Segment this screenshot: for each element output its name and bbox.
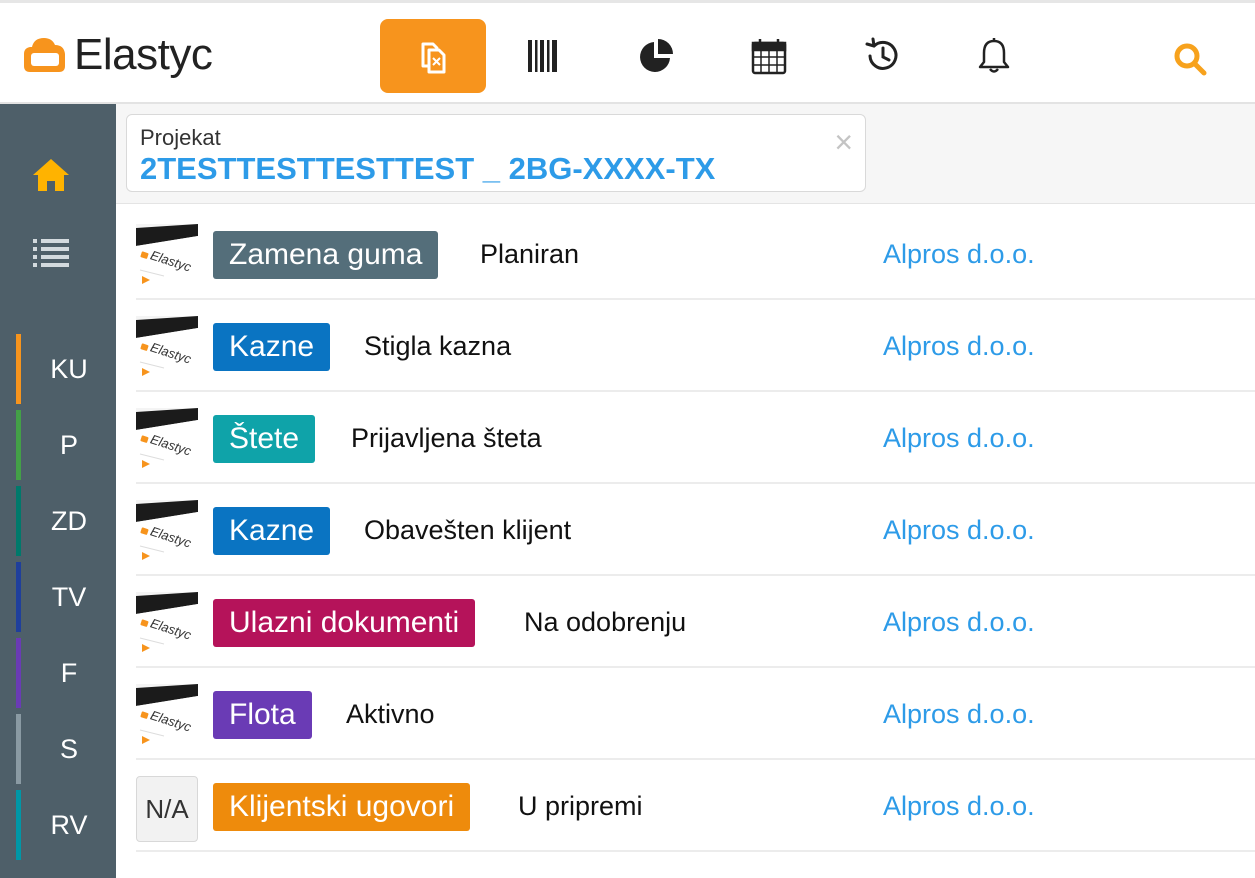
history-icon <box>865 37 898 70</box>
nav-barcode-button[interactable] <box>490 19 596 93</box>
category-badge: Flota <box>213 691 312 739</box>
barcode-icon <box>528 40 557 72</box>
document-thumbnail: Elastyc <box>136 316 198 382</box>
list-icon <box>33 239 69 267</box>
category-badge: Štete <box>213 415 316 463</box>
list-item[interactable]: Elastyc Zamena guma Planiran Alpros d.o.… <box>136 208 1255 300</box>
category-badge: Zamena guma <box>213 231 439 279</box>
status-text: Planiran <box>480 238 580 269</box>
sidebar-item-f[interactable]: F <box>14 638 116 708</box>
sidebar-item-label: P <box>59 429 78 460</box>
sidebar-item-color-bar <box>16 790 21 860</box>
document-thumbnail: Elastyc <box>136 592 198 658</box>
sidebar-item-tv[interactable]: TV <box>14 562 116 632</box>
sidebar-item-color-bar <box>16 486 21 556</box>
filter-area: Projekat 2TESTTESTTESTTEST _ 2BG-XXXX-TX… <box>116 104 1255 204</box>
list-item[interactable]: Elastyc Kazne Obavešten klijent Alpros d… <box>136 484 1255 576</box>
sidebar-item-color-bar <box>16 410 21 480</box>
sidebar-item-label: TV <box>51 581 87 612</box>
nav-notifications-button[interactable] <box>941 19 1047 93</box>
pie-chart-icon <box>640 39 673 72</box>
document-thumbnail: Elastyc <box>136 684 198 750</box>
project-filter-chip[interactable]: Projekat 2TESTTESTTESTTEST _ 2BG-XXXX-TX… <box>126 114 866 192</box>
sidebar-item-label: F <box>60 657 78 688</box>
status-text: Stigla kazna <box>364 330 512 361</box>
status-text: Obavešten klijent <box>364 514 572 545</box>
home-icon <box>33 159 69 191</box>
logo[interactable]: Elastyc <box>18 27 213 83</box>
documents-icon <box>421 42 446 74</box>
sidebar-item-color-bar <box>16 562 21 632</box>
nav-reports-button[interactable] <box>603 19 709 93</box>
list-item[interactable]: N/A Klijentski ugovori U pripremi Alpros… <box>136 760 1255 852</box>
logo-text: Elastyc <box>74 30 213 79</box>
list-item[interactable]: Elastyc Ulazni dokumenti Na odobrenju Al… <box>136 576 1255 668</box>
list-item[interactable]: Elastyc Kazne Stigla kazna Alpros d.o.o. <box>136 300 1255 392</box>
search-icon <box>1174 43 1207 76</box>
bell-icon <box>978 38 1010 73</box>
company-link[interactable]: Alpros d.o.o. <box>883 484 1035 576</box>
close-icon[interactable]: × <box>834 126 853 158</box>
status-text: Aktivno <box>346 698 435 729</box>
company-link[interactable]: Alpros d.o.o. <box>883 760 1035 852</box>
status-text: Prijavljena šteta <box>351 422 542 453</box>
sidebar-item-rv[interactable]: RV <box>14 790 116 860</box>
sidebar-item-label: RV <box>50 809 88 840</box>
sidebar-home-button[interactable] <box>22 148 80 202</box>
category-badge: Kazne <box>213 323 331 371</box>
status-text: U pripremi <box>518 790 643 821</box>
thumbnail-placeholder: N/A <box>136 776 198 842</box>
category-badge: Ulazni dokumenti <box>213 599 476 647</box>
document-list: Elastyc Zamena guma Planiran Alpros d.o.… <box>136 208 1255 852</box>
sidebar-item-label: KU <box>50 353 88 384</box>
sidebar-item-ku[interactable]: KU <box>14 334 116 404</box>
category-badge: Kazne <box>213 507 331 555</box>
sidebar-item-zd[interactable]: ZD <box>14 486 116 556</box>
company-link[interactable]: Alpros d.o.o. <box>883 392 1035 484</box>
sidebar-item-color-bar <box>16 638 21 708</box>
sidebar-item-s[interactable]: S <box>14 714 116 784</box>
document-thumbnail: Elastyc <box>136 408 198 474</box>
category-badge: Klijentski ugovori <box>213 783 471 831</box>
sidebar-item-label: ZD <box>51 505 87 536</box>
nav-calendar-button[interactable] <box>716 19 822 93</box>
cloud-logo-icon <box>24 38 65 72</box>
sidebar-list-button[interactable] <box>22 226 80 280</box>
nav-history-button[interactable] <box>829 19 935 93</box>
filter-value: 2TESTTESTTESTTEST _ 2BG-XXXX-TX <box>140 151 716 186</box>
document-thumbnail: Elastyc <box>136 224 198 290</box>
sidebar-item-color-bar <box>16 334 21 404</box>
sidebar-item-label: S <box>59 733 78 764</box>
document-thumbnail: Elastyc <box>136 500 198 566</box>
company-link[interactable]: Alpros d.o.o. <box>883 300 1035 392</box>
search-button[interactable] <box>1160 33 1220 85</box>
nav-documents-button[interactable] <box>380 19 486 93</box>
status-text: Na odobrenju <box>524 606 687 637</box>
sidebar-item-p[interactable]: P <box>14 410 116 480</box>
company-link[interactable]: Alpros d.o.o. <box>883 208 1035 300</box>
list-item[interactable]: Elastyc Flota Aktivno Alpros d.o.o. <box>136 668 1255 760</box>
filter-label: Projekat <box>140 125 221 150</box>
company-link[interactable]: Alpros d.o.o. <box>883 576 1035 668</box>
company-link[interactable]: Alpros d.o.o. <box>883 668 1035 760</box>
top-bar: Elastyc <box>0 0 1255 104</box>
sidebar: KU P ZD TV F S RV <box>0 104 116 878</box>
list-item[interactable]: Elastyc Štete Prijavljena šteta Alpros d… <box>136 392 1255 484</box>
sidebar-item-color-bar <box>16 714 21 784</box>
calendar-icon <box>751 39 787 75</box>
